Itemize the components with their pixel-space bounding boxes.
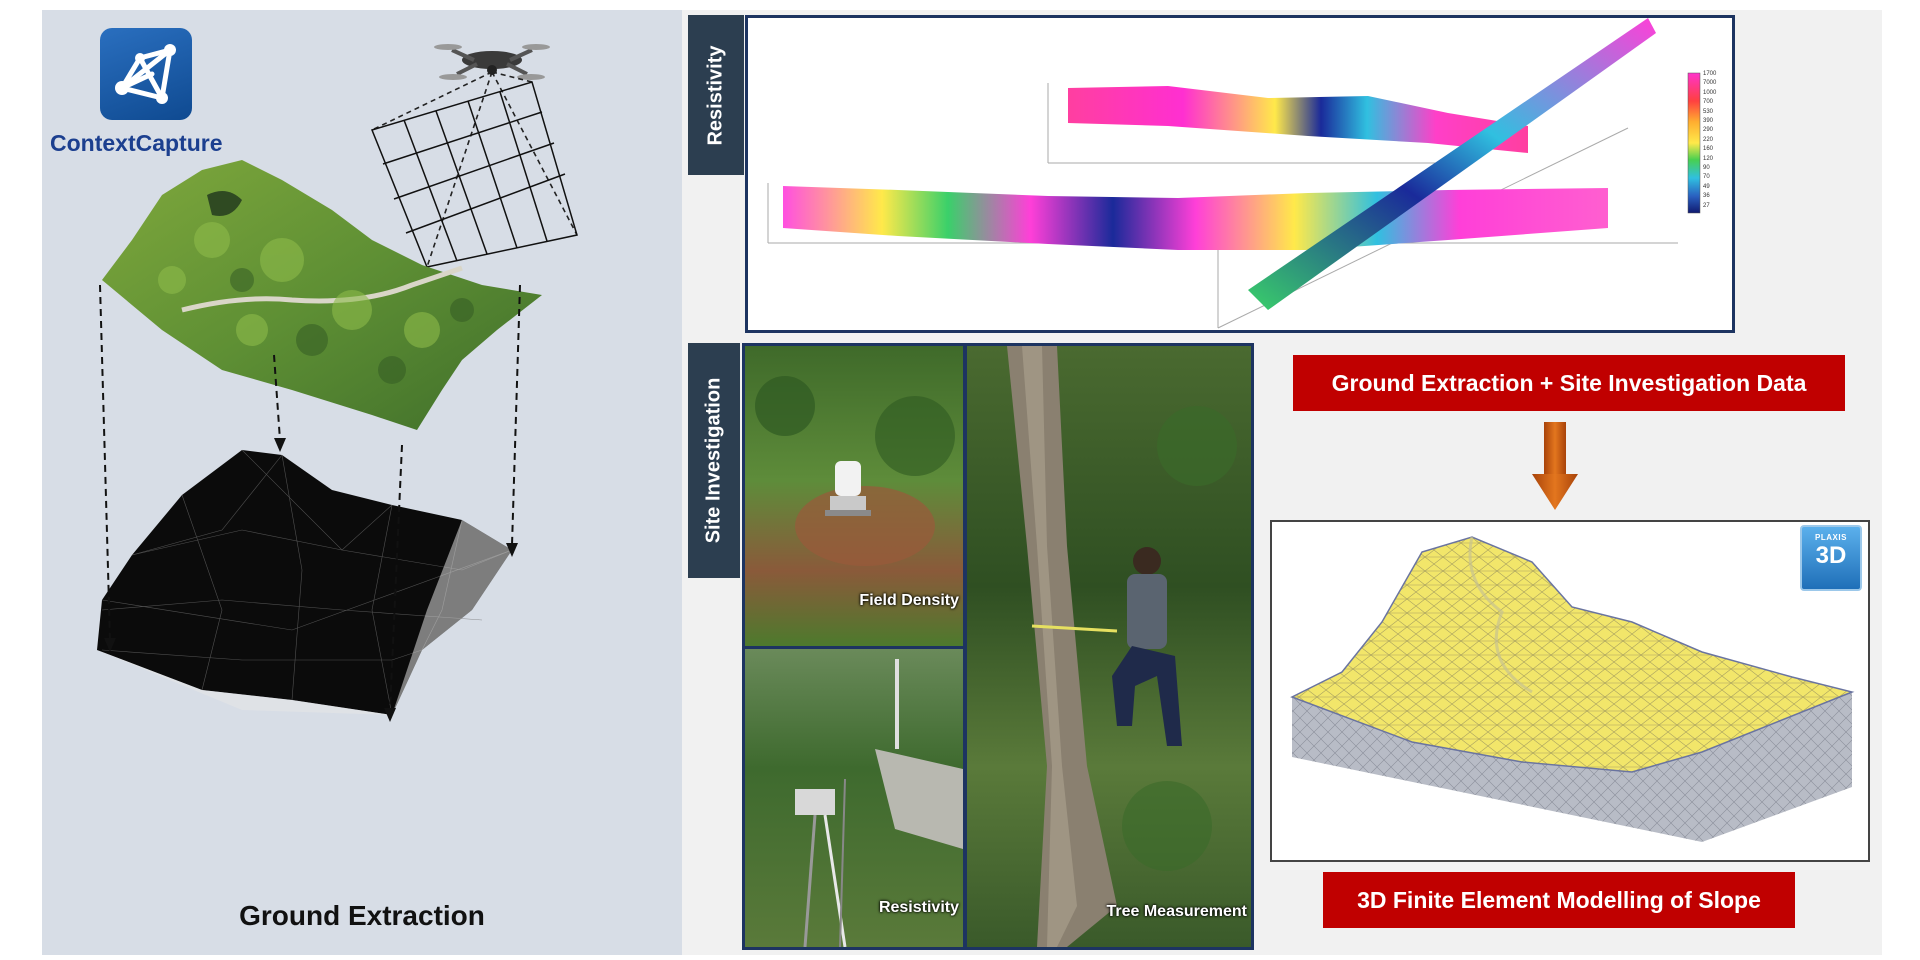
point-cloud-mesh bbox=[97, 449, 513, 716]
resistivity-tab: Resistivity bbox=[688, 15, 744, 175]
scale-tick: 390 bbox=[1703, 118, 1714, 125]
resistivity-scale-labels: 1700 7000 1000 700 530 390 290 220 160 1… bbox=[1703, 70, 1733, 211]
scale-tick: 90 bbox=[1703, 165, 1710, 172]
flow-down-arrow-icon bbox=[1532, 422, 1578, 510]
fem-model-panel bbox=[1270, 520, 1870, 862]
drone-icon bbox=[434, 44, 550, 80]
scale-tick: 1700 bbox=[1703, 71, 1717, 77]
resistivity-photo-label: Resistivity bbox=[878, 899, 959, 916]
resistivity-tab-label: Resistivity bbox=[704, 44, 727, 146]
scale-tick: 49 bbox=[1703, 183, 1710, 190]
terrain-surface bbox=[102, 160, 542, 430]
scale-tick: 120 bbox=[1703, 155, 1714, 162]
tree-measurement-photo: Tree Measurement bbox=[967, 346, 1251, 947]
scale-tick: 290 bbox=[1703, 127, 1714, 134]
field-density-photo: Field Density bbox=[745, 346, 963, 646]
site-investigation-panel: Field Density Resistivity Tree Measureme… bbox=[742, 343, 1254, 950]
resistivity-section-lower bbox=[783, 186, 1608, 250]
input-data-banner: Ground Extraction + Site Investigation D… bbox=[1293, 355, 1845, 411]
resistivity-section-upper bbox=[1068, 86, 1528, 153]
scale-tick: 700 bbox=[1703, 99, 1714, 106]
plaxis-badge-top: PLAXIS bbox=[1815, 533, 1847, 542]
plaxis-3d-badge-icon: PLAXIS 3D bbox=[1800, 525, 1862, 591]
site-investigation-tab: Site Investigation bbox=[688, 343, 740, 578]
resistivity-field-photo: Resistivity bbox=[745, 649, 963, 947]
output-model-banner: 3D Finite Element Modelling of Slope bbox=[1323, 872, 1795, 928]
scale-tick: 7000 bbox=[1703, 80, 1717, 87]
tree-measurement-label: Tree Measurement bbox=[1106, 903, 1247, 920]
scale-tick: 220 bbox=[1703, 136, 1714, 143]
resistivity-color-scale bbox=[1687, 72, 1701, 214]
image-grid bbox=[370, 81, 578, 268]
scale-tick: 27 bbox=[1703, 202, 1710, 209]
resistivity-section-diagonal bbox=[1248, 18, 1656, 310]
resistivity-panel: 1700 7000 1000 700 530 390 290 220 160 1… bbox=[745, 15, 1735, 333]
left-caption: Ground Extraction bbox=[239, 900, 485, 931]
resistivity-section-plot bbox=[767, 18, 1701, 329]
scale-tick: 36 bbox=[1703, 193, 1710, 200]
scale-tick: 160 bbox=[1703, 146, 1714, 153]
fem-mesh-model bbox=[1290, 536, 1855, 842]
field-density-label: Field Density bbox=[859, 592, 959, 609]
scale-tick: 530 bbox=[1703, 108, 1714, 115]
site-investigation-tab-label: Site Investigation bbox=[702, 377, 725, 544]
ground-extraction-illustration bbox=[97, 44, 578, 722]
plaxis-badge-main: 3D bbox=[1815, 542, 1847, 569]
scale-tick: 1000 bbox=[1703, 89, 1717, 96]
scale-tick: 70 bbox=[1703, 174, 1710, 181]
